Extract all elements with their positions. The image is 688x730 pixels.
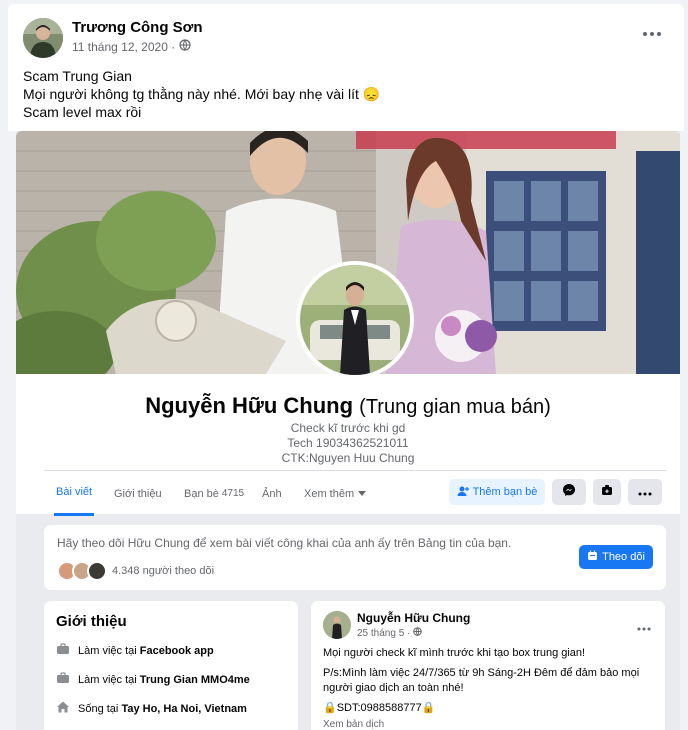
- profile-picture[interactable]: [296, 261, 414, 379]
- globe-icon: [179, 39, 191, 54]
- add-friend-label: Thêm bạn bè: [472, 486, 538, 498]
- add-friend-icon: [457, 485, 469, 500]
- tab-friends[interactable]: Bạn bè 4715: [184, 471, 244, 516]
- friends-count: 4715: [221, 488, 245, 499]
- inner-post-date[interactable]: 25 tháng 5 ·: [357, 628, 410, 639]
- briefcase-icon: [56, 672, 70, 687]
- more-button[interactable]: [628, 479, 662, 505]
- post-text: Scam Trung Gian Mọi người không tg thằng…: [23, 67, 380, 121]
- profile-screenshot: Nguyễn Hữu Chung (Trung gian mua bán) Ch…: [16, 131, 680, 730]
- tab-label: Xem thêm: [304, 487, 355, 500]
- intro-item: Làm việc tại Trung Gian MMO4me: [56, 672, 250, 687]
- intro-prefix: Làm việc tại: [78, 644, 137, 657]
- follow-button[interactable]: Theo dõi: [579, 545, 653, 569]
- tab-more[interactable]: Xem thêm: [304, 471, 367, 516]
- intro-prefix: Sống tại: [78, 702, 119, 715]
- profile-name-subtitle: (Trung gian mua bán): [359, 396, 551, 418]
- tab-label: Bài viết: [56, 486, 93, 498]
- caret-down-icon: [358, 488, 367, 500]
- notifications-button[interactable]: [593, 479, 621, 505]
- more-options-icon[interactable]: [637, 619, 651, 631]
- profile-bio: Check kĩ trước khi gd Tech 1903436252101…: [16, 421, 680, 466]
- more-options-icon[interactable]: [642, 26, 662, 36]
- intro-value[interactable]: Trung Gian MMO4me: [140, 674, 250, 686]
- post-line: Scam Trung Gian: [23, 68, 132, 84]
- tab-label: Ảnh: [262, 487, 282, 500]
- post-card: Trương Công Sơn 11 tháng 12, 2020 · Scam…: [8, 4, 684, 134]
- add-friend-button[interactable]: Thêm bạn bè: [449, 479, 545, 505]
- post-line: Mọi người không tg thằng này nhé. Mới ba…: [23, 86, 381, 102]
- post-line: Scam level max rồi: [23, 104, 142, 120]
- followers-row: 4.348 người theo dõi: [57, 561, 214, 581]
- inner-post-paragraph: 🔒SDT:0988588777🔒: [323, 702, 436, 714]
- briefcase-icon: [56, 643, 70, 658]
- follow-card: Hãy theo dõi Hữu Chung để xem bài viết c…: [44, 525, 666, 590]
- intro-title: Giới thiệu: [56, 613, 127, 630]
- profile-name: Nguyễn Hữu Chung (Trung gian mua bán): [16, 393, 680, 419]
- followers-count[interactable]: 4.348 người theo dõi: [112, 565, 214, 577]
- post-image[interactable]: Nguyễn Hữu Chung (Trung gian mua bán) Ch…: [8, 131, 684, 730]
- inner-post-card: Nguyễn Hữu Chung 25 tháng 5 · Mọi người …: [311, 601, 665, 730]
- intro-item: Sống tại Tay Ho, Ha Noi, Vietnam: [56, 701, 247, 716]
- intro-item: Làm việc tại Facebook app: [56, 643, 214, 658]
- tab-posts[interactable]: Bài viết: [54, 471, 95, 516]
- tab-photos[interactable]: Ảnh: [262, 471, 282, 516]
- inner-post-text: Mọi người check kĩ mình trước khi tạo bo…: [323, 646, 653, 721]
- intro-value[interactable]: Tay Ho, Ha Noi, Vietnam: [121, 703, 247, 715]
- bio-line: Check kĩ trước khi gd: [290, 421, 406, 435]
- tab-label: Giới thiệu: [114, 487, 162, 500]
- inner-post-author[interactable]: Nguyễn Hữu Chung: [357, 611, 470, 625]
- intro-prefix: Làm việc tại: [78, 673, 137, 686]
- inner-post-paragraph: P/s:Mình làm việc 24/7/365 từ 9h Sáng-2H…: [323, 667, 640, 694]
- author-avatar[interactable]: [23, 18, 63, 58]
- follower-avatar[interactable]: [87, 561, 107, 581]
- post-date[interactable]: 11 tháng 12, 2020 ·: [72, 40, 175, 54]
- tab-label: Bạn bè: [184, 487, 219, 500]
- tab-about[interactable]: Giới thiệu: [114, 471, 162, 516]
- profile-name-main: Nguyễn Hữu Chung: [145, 393, 354, 418]
- follow-icon: [587, 550, 598, 564]
- inner-post-paragraph: Mọi người check kĩ mình trước khi tạo bo…: [323, 647, 586, 659]
- bio-line: Tech 19034362521011: [287, 436, 409, 450]
- home-icon: [56, 701, 70, 716]
- follow-prompt: Hãy theo dõi Hữu Chung để xem bài viết c…: [57, 536, 512, 550]
- intro-card: Giới thiệu Làm việc tại Facebook app Làm…: [44, 601, 298, 730]
- author-name[interactable]: Trương Công Sơn: [72, 19, 203, 36]
- globe-icon: [413, 627, 423, 639]
- bio-line: CTK:Nguyen Huu Chung: [281, 451, 415, 465]
- see-translation-link[interactable]: Xem bản dịch: [323, 719, 384, 730]
- post-meta: 11 tháng 12, 2020 ·: [72, 39, 191, 54]
- follow-button-label: Theo dõi: [602, 551, 645, 563]
- bookmark-icon: [601, 483, 613, 501]
- messenger-button[interactable]: [552, 479, 586, 505]
- intro-value[interactable]: Facebook app: [140, 645, 214, 657]
- messenger-icon: [562, 483, 576, 502]
- inner-post-meta: 25 tháng 5 ·: [357, 627, 423, 639]
- more-icon: [638, 483, 652, 501]
- inner-post-avatar[interactable]: [323, 611, 351, 639]
